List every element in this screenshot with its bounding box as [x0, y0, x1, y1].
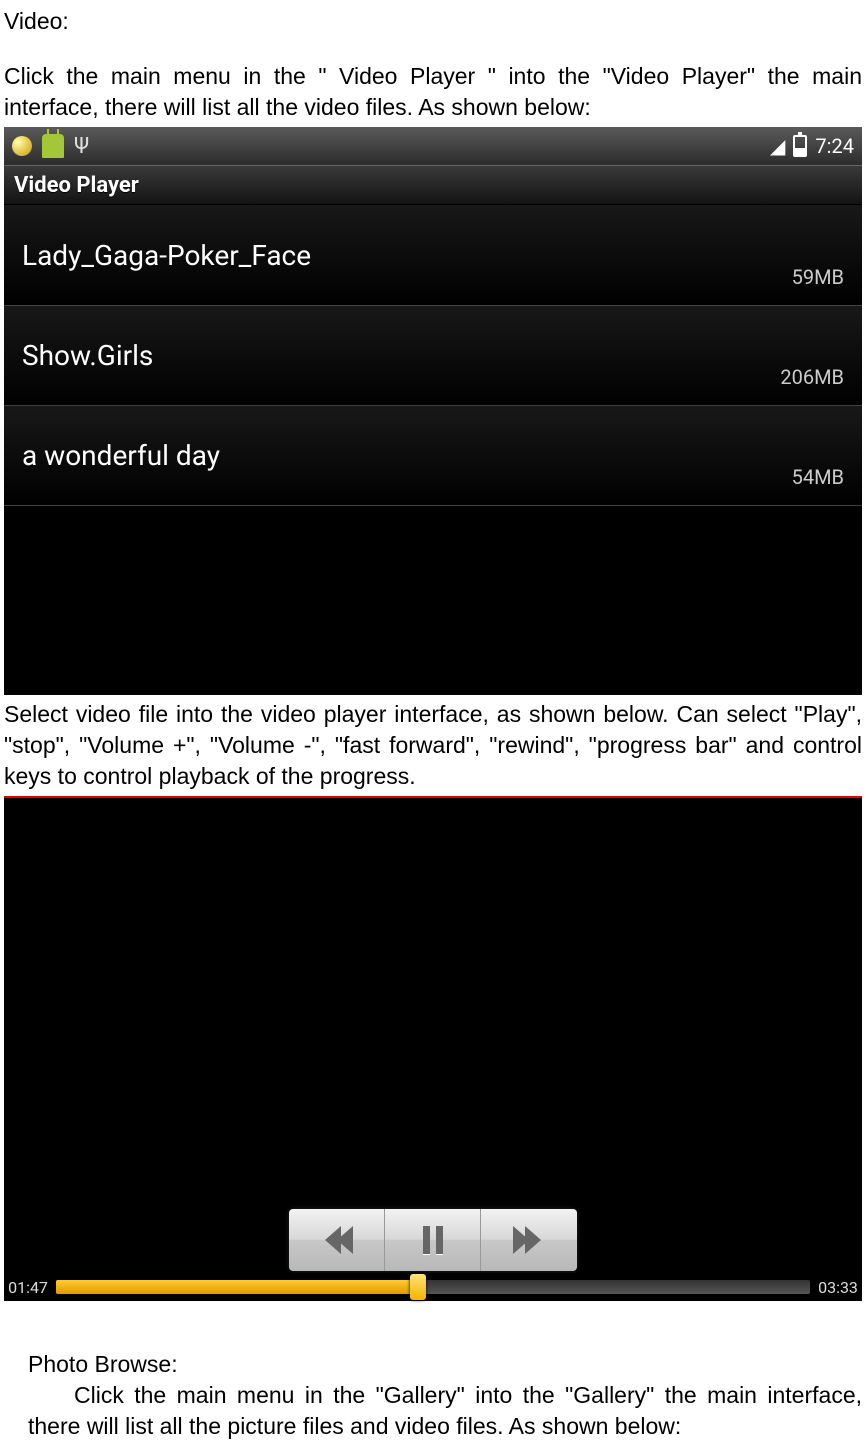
progress-bar[interactable] — [56, 1280, 810, 1294]
status-right: ◢ 7:24 — [770, 134, 854, 158]
paragraph-gallery-intro: Click the main menu in the "Gallery" int… — [0, 1380, 866, 1442]
notification-icon — [12, 136, 32, 156]
video-list-item[interactable]: Lady_Gaga-Poker_Face 59MB — [4, 205, 862, 305]
section-heading-video: Video: — [0, 6, 866, 37]
progress-bar-row: 01:47 03:33 — [4, 1273, 862, 1301]
battery-icon — [793, 135, 807, 157]
paragraph-video-intro: Click the main menu in the " Video Playe… — [0, 61, 866, 123]
screenshot-video-list: Ψ ◢ 7:24 Video Player Lady_Gaga-Poker_Fa… — [4, 127, 862, 695]
screenshot-video-player: 01:47 03:33 — [4, 796, 862, 1301]
playback-controls — [289, 1209, 577, 1271]
wifi-icon: ◢ — [770, 134, 785, 158]
video-name: a wonderful day — [22, 439, 220, 472]
pause-button[interactable] — [385, 1209, 481, 1271]
paragraph-player-desc: Select video file into the video player … — [0, 699, 866, 792]
video-list-item[interactable]: Show.Girls 206MB — [4, 305, 862, 405]
video-size: 54MB — [792, 465, 844, 505]
video-list: Lady_Gaga-Poker_Face 59MB Show.Girls 206… — [4, 205, 862, 695]
list-empty-area — [4, 505, 862, 695]
app-title: Video Player — [14, 173, 139, 198]
app-title-bar: Video Player — [4, 165, 862, 205]
time-total: 03:33 — [816, 1278, 860, 1297]
video-name: Show.Girls — [22, 339, 153, 372]
status-bar: Ψ ◢ 7:24 — [4, 127, 862, 165]
video-name: Lady_Gaga-Poker_Face — [22, 239, 311, 272]
fast-forward-icon — [517, 1226, 541, 1254]
android-icon — [42, 134, 64, 158]
status-time: 7:24 — [815, 134, 854, 158]
video-list-item[interactable]: a wonderful day 54MB — [4, 405, 862, 505]
rewind-icon — [325, 1226, 349, 1254]
video-surface[interactable] — [4, 798, 862, 1208]
video-size: 59MB — [792, 265, 844, 305]
status-left: Ψ — [12, 134, 89, 159]
fast-forward-button[interactable] — [481, 1209, 577, 1271]
rewind-button[interactable] — [289, 1209, 385, 1271]
progress-thumb[interactable] — [410, 1274, 426, 1300]
video-size: 206MB — [780, 365, 844, 405]
time-elapsed: 01:47 — [6, 1278, 50, 1297]
pause-icon — [423, 1226, 443, 1254]
usb-icon: Ψ — [74, 134, 89, 159]
progress-fill — [56, 1280, 418, 1294]
section-heading-photo: Photo Browse: — [0, 1349, 866, 1380]
